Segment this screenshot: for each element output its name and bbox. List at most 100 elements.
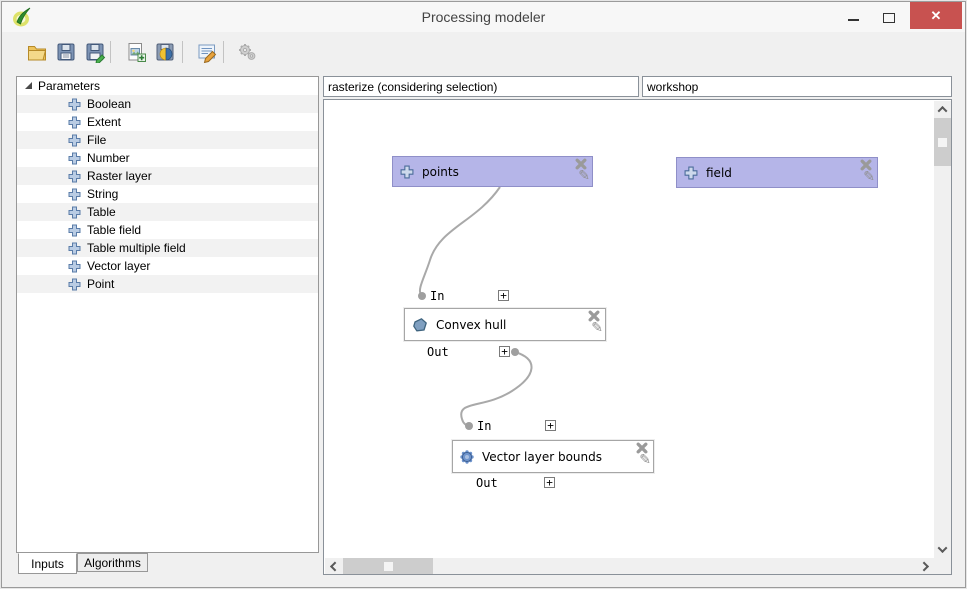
run-model-button[interactable] [234,39,260,65]
node-label: Convex hull [436,318,506,332]
add-parameter-icon [68,98,81,111]
vertical-scroll-thumb[interactable] [934,118,951,166]
scroll-up-button[interactable] [934,101,951,118]
scroll-right-button[interactable] [917,558,934,575]
in-port-label: In [430,289,444,303]
tree-item-file[interactable]: File [17,131,318,149]
tree-item-label: Table multiple field [87,241,186,255]
input-node-field[interactable]: field ✎ [676,157,878,188]
tree-item-point[interactable]: Point [17,275,318,293]
tree-item-label: Boolean [87,97,131,111]
chevron-down-icon [938,543,948,553]
wire-points-to-convexhull [420,187,500,294]
window-title: Processing modeler [2,9,965,25]
add-parameter-icon [68,134,81,147]
out-anchor-dot [511,348,519,356]
toolbar-separator [182,41,183,63]
export-python-icon [154,41,176,63]
tree-root-label: Parameters [38,79,100,93]
add-parameter-icon [68,170,81,183]
scroll-down-button[interactable] [934,541,951,558]
add-parameter-icon [68,152,81,165]
tree-item-table-multiple-field[interactable]: Table multiple field [17,239,318,257]
maximize-icon [883,13,895,23]
save-as-icon [84,41,106,63]
tree-root-parameters[interactable]: Parameters [17,77,318,95]
edit-node-icon[interactable]: ✎ [639,451,651,468]
tree-item-table-field[interactable]: Table field [17,221,318,239]
node-label: field [706,166,732,180]
model-group-input[interactable] [642,76,952,97]
canvas-vertical-scrollbar[interactable] [934,101,951,558]
add-parameter-icon [68,116,81,129]
minimize-button[interactable] [836,2,870,29]
add-parameter-icon [684,166,698,180]
export-image-icon [125,41,147,63]
node-label: Vector layer bounds [482,450,602,464]
open-model-button[interactable] [24,39,50,65]
inputs-panel: Parameters Boolean Extent File Number Ra… [16,76,319,553]
wire-convexhull-to-bounds [461,352,531,426]
export-as-python-button[interactable] [152,39,178,65]
toolbar [2,32,965,74]
canvas-horizontal-scrollbar[interactable] [325,558,934,575]
tree-item-vector-layer[interactable]: Vector layer [17,257,318,275]
save-model-as-button[interactable] [82,39,108,65]
algorithm-node-vector-layer-bounds[interactable]: Vector layer bounds ✎ [452,440,654,473]
edit-node-icon[interactable]: ✎ [578,167,590,184]
out-port-label: Out [427,345,449,359]
tab-inputs[interactable]: Inputs [18,553,77,574]
run-gears-icon [236,41,258,63]
chevron-left-icon [330,562,340,572]
scroll-left-button[interactable] [325,558,342,575]
tree-item-string[interactable]: String [17,185,318,203]
in-port-label: In [477,419,491,433]
close-icon: ✕ [931,9,942,22]
edit-help-icon [196,41,218,63]
tree-item-label: Table field [87,223,141,237]
add-parameter-icon [68,188,81,201]
expand-in-params-button[interactable]: + [545,420,556,431]
tree-item-number[interactable]: Number [17,149,318,167]
add-parameter-icon [68,278,81,291]
tree-item-label: Raster layer [87,169,152,183]
tree-item-label: Point [87,277,114,291]
model-canvas[interactable]: points ✎ field ✎ In + Convex hull ✎ Out … [323,99,952,575]
algorithm-node-convex-hull[interactable]: Convex hull ✎ [404,308,606,341]
close-button[interactable]: ✕ [910,2,962,29]
add-parameter-icon [68,260,81,273]
in-anchor-dot [465,422,473,430]
add-parameter-icon [400,165,414,179]
scrollbar-corner [934,558,951,575]
expand-out-params-button[interactable]: + [499,346,510,357]
save-model-button[interactable] [53,39,79,65]
tree-item-label: Extent [87,115,121,129]
edit-node-icon[interactable]: ✎ [863,168,875,185]
tree-item-table[interactable]: Table [17,203,318,221]
edit-model-help-button[interactable] [194,39,220,65]
input-node-points[interactable]: points ✎ [392,156,593,187]
open-folder-icon [26,41,48,63]
tree-expanded-caret-icon[interactable] [25,82,32,89]
expand-out-params-button[interactable]: + [544,477,555,488]
chevron-up-icon [938,106,948,116]
title-bar[interactable]: Processing modeler ✕ [2,2,965,32]
tree-item-label: File [87,133,106,147]
minimize-icon [848,19,859,21]
tab-algorithms[interactable]: Algorithms [77,553,148,572]
thumb-grip [938,138,947,147]
tree-item-label: Vector layer [87,259,150,273]
expand-in-params-button[interactable]: + [498,290,509,301]
tree-item-extent[interactable]: Extent [17,113,318,131]
tree-item-raster-layer[interactable]: Raster layer [17,167,318,185]
export-as-image-button[interactable] [123,39,149,65]
edit-node-icon[interactable]: ✎ [591,319,603,336]
add-parameter-icon [68,224,81,237]
tree-item-boolean[interactable]: Boolean [17,95,318,113]
toolbar-separator [110,41,111,63]
maximize-button[interactable] [872,2,906,29]
convex-hull-icon [412,317,428,333]
horizontal-scroll-thumb[interactable] [343,558,433,575]
add-parameter-icon [68,206,81,219]
model-name-input[interactable] [323,76,639,97]
